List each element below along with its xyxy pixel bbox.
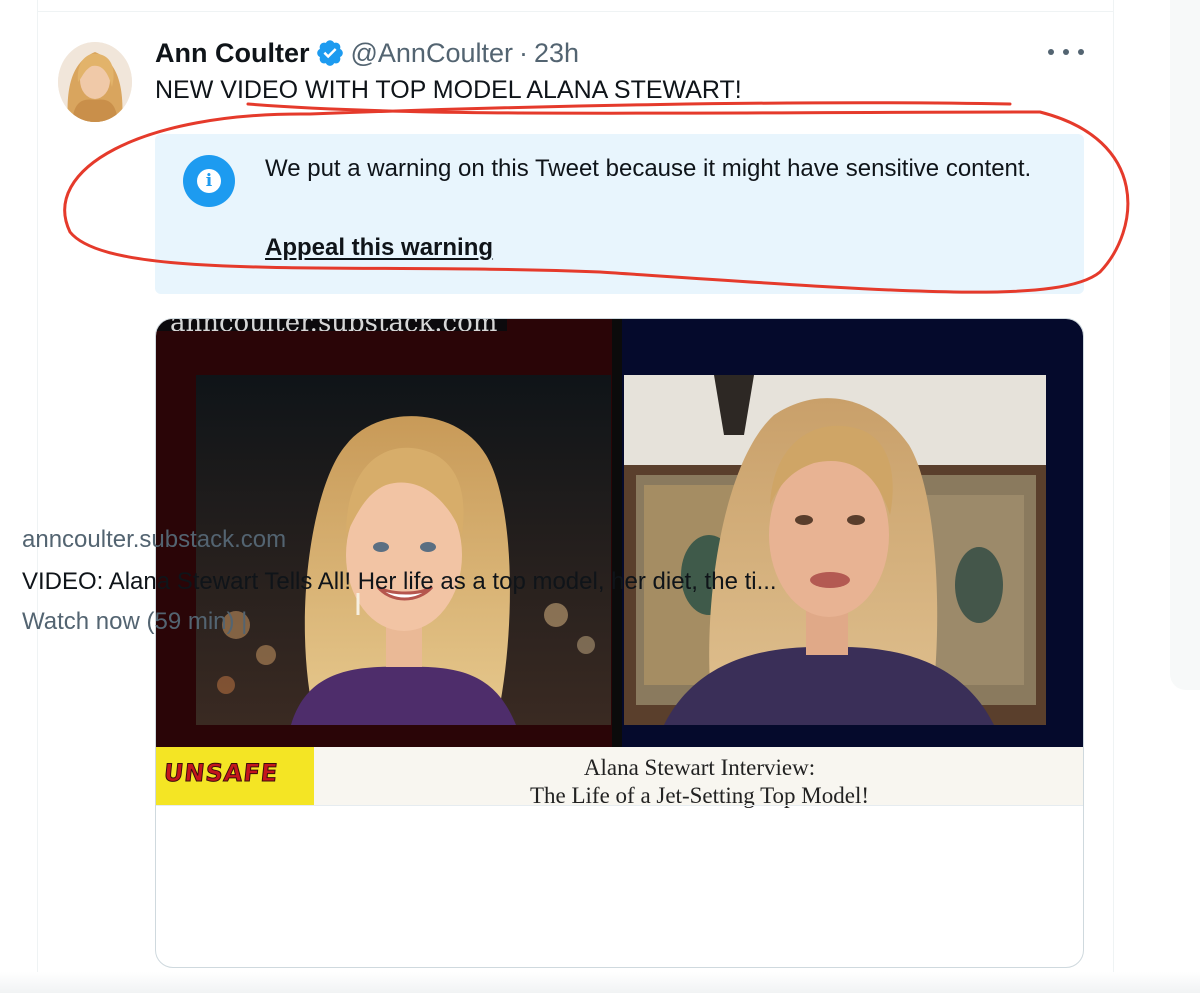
appeal-warning-link[interactable]: Appeal this warning <box>265 234 493 262</box>
feed-right-border <box>1113 0 1114 993</box>
warning-message: We put a warning on this Tweet because i… <box>265 155 1032 182</box>
tweet-header: Ann Coulter @AnnCoulter · 23h <box>155 36 579 70</box>
avatar[interactable] <box>58 42 132 122</box>
thumbnail-watermark: anncoulter.substack.com <box>156 319 508 331</box>
card-subtitle[interactable]: Watch now (59 min) | <box>22 608 247 636</box>
video-frame-guest <box>624 375 1046 725</box>
tweet-text: NEW VIDEO WITH TOP MODEL ALANA STEWART! <box>155 76 742 104</box>
more-options-icon[interactable] <box>1048 38 1084 66</box>
timestamp[interactable]: 23h <box>534 38 579 69</box>
user-handle[interactable]: @AnnCoulter <box>351 38 514 69</box>
unsafe-logo-text: UNSAFE <box>162 759 280 788</box>
right-sidebar-panel <box>1170 0 1200 690</box>
feed-left-border <box>37 0 38 993</box>
card-title[interactable]: VIDEO: Alana Stewart Tells All! Her life… <box>22 568 907 596</box>
tweet-page: Ann Coulter @AnnCoulter · 23h NEW VIDEO … <box>0 0 1200 993</box>
separator-dot: · <box>519 37 528 68</box>
banner-title-line1: Alana Stewart Interview: <box>583 755 816 780</box>
card-info[interactable] <box>156 805 1083 967</box>
avatar-image <box>58 42 132 122</box>
card-thumbnail[interactable]: anncoulter.substack.com <box>156 319 1083 808</box>
verified-badge-icon[interactable] <box>315 38 345 68</box>
bottom-edge <box>0 972 1200 993</box>
link-preview-card[interactable]: anncoulter.substack.com <box>155 318 1084 968</box>
thumbnail-banner: UNSAFE Alana Stewart Interview: The Life… <box>156 747 1083 808</box>
top-divider <box>37 11 1113 12</box>
media-separator <box>612 319 622 747</box>
unsafe-logo: UNSAFE <box>156 747 314 805</box>
display-name[interactable]: Ann Coulter <box>155 38 310 69</box>
info-icon: i <box>183 155 235 207</box>
card-domain[interactable]: anncoulter.substack.com <box>22 526 286 554</box>
